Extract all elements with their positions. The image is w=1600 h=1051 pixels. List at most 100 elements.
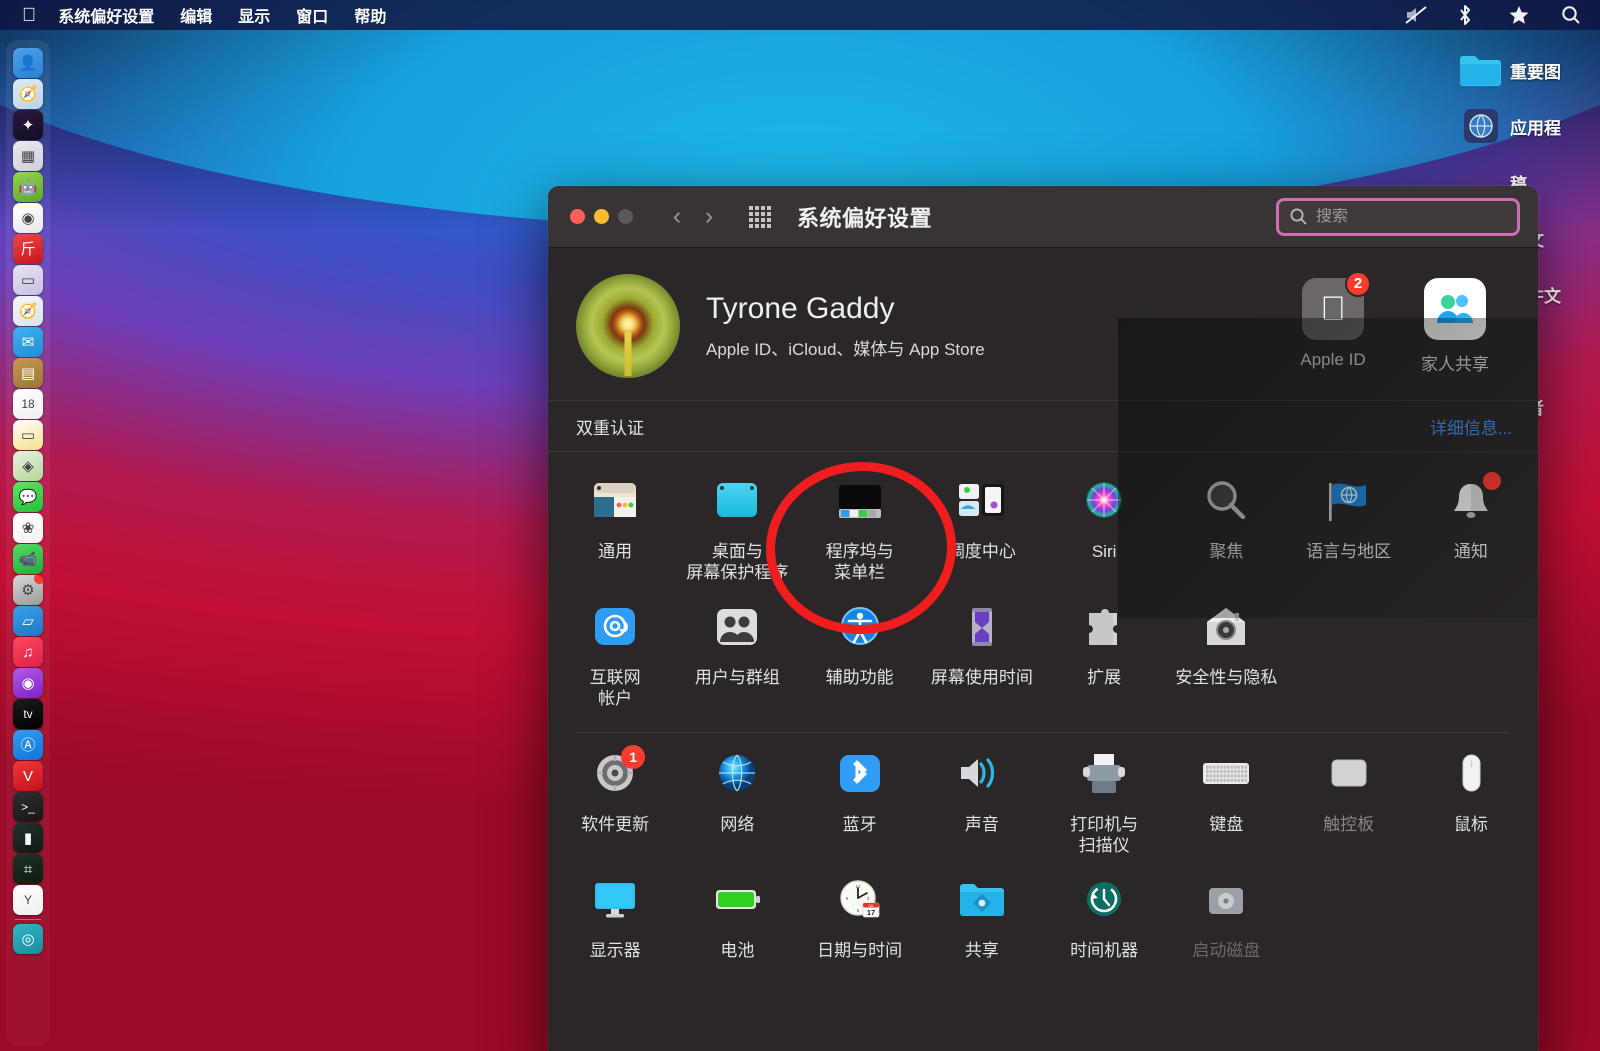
pane-siri[interactable]: Siri: [1043, 470, 1165, 596]
pane-label: 时间机器: [1070, 941, 1139, 960]
pane-sound[interactable]: 声音: [921, 743, 1043, 869]
pane-desktop-screensaver[interactable]: 桌面与 屏幕保护程序: [676, 470, 798, 596]
pane-bluetooth[interactable]: 蓝牙: [799, 743, 921, 869]
desktop-icon-1[interactable]: 应用程: [1450, 98, 1600, 154]
dock-item-music[interactable]: ♫: [13, 637, 43, 667]
zoom-button: [618, 209, 633, 224]
pane-battery[interactable]: 电池: [676, 869, 798, 995]
volume-muted-icon[interactable]: [1404, 4, 1430, 26]
dock-item-calendar[interactable]: 18: [13, 389, 43, 419]
menu-item-window[interactable]: 窗口: [296, 3, 328, 27]
dock-item-red-app[interactable]: 斤: [13, 234, 43, 264]
mission-control-icon: [954, 476, 1010, 532]
pane-keyboard[interactable]: 键盘: [1165, 743, 1287, 869]
pane-network[interactable]: 网络: [676, 743, 798, 869]
dock-item-vivaldi[interactable]: V: [13, 761, 43, 791]
menu-item-view[interactable]: 显示: [238, 3, 270, 27]
pane-software-update[interactable]: 1 软件更新: [554, 743, 676, 869]
pane-users-groups[interactable]: 用户与群组: [676, 596, 798, 722]
pane-label: 显示器: [589, 941, 641, 960]
pane-extensions[interactable]: 扩展: [1043, 596, 1165, 722]
pane-spotlight[interactable]: 聚焦: [1165, 470, 1287, 596]
pane-security-privacy[interactable]: 安全性与隐私: [1165, 596, 1287, 722]
dock-item-folder-brown[interactable]: ▤: [13, 358, 43, 388]
search-field[interactable]: [1276, 197, 1520, 236]
dock-item-notes-purple[interactable]: ▭: [13, 265, 43, 295]
pane-screen-time[interactable]: 屏幕使用时间: [921, 596, 1043, 722]
dock-item-code-editor[interactable]: ▮: [13, 823, 43, 853]
mouse-icon: [1443, 749, 1499, 805]
pane-mouse[interactable]: 鼠标: [1410, 743, 1532, 869]
pane-accessibility[interactable]: 辅助功能: [799, 596, 921, 722]
back-button[interactable]: ‹: [661, 201, 693, 233]
dock-item-facetime[interactable]: 📹: [13, 544, 43, 574]
family-sharing-button[interactable]: 家人共享: [1414, 277, 1496, 375]
pane-printers-scanners[interactable]: 打印机与 扫描仪: [1043, 743, 1165, 869]
finder-teal-icon: ◎: [21, 930, 35, 948]
pane-label: 共享: [964, 941, 999, 960]
dock-item-launchpad[interactable]: ▦: [13, 141, 43, 171]
dock[interactable]: 👤 🧭 ✦ ▦ 🤖 ◉ 斤 ▭ 🧭 ✉ ▤ 18 ▭ ◈ 💬 ❀ 📹 ⚙ ▱ ♫ ◉ tv Ⓐ V >_ ▮ ⌗ Y ◎: [6, 40, 50, 1045]
show-all-grid-icon[interactable]: [749, 205, 775, 229]
bluetooth-icon[interactable]: [1456, 4, 1482, 26]
search-input[interactable]: [1316, 207, 1507, 226]
dock-item-app-store[interactable]: Ⓐ: [13, 730, 43, 760]
dock-item-keynote[interactable]: ▱: [13, 606, 43, 636]
battery-icon: [709, 875, 765, 931]
general-icon: [587, 476, 643, 532]
dock-item-safari[interactable]: 🧭: [13, 296, 43, 326]
dock-item-maps[interactable]: ◈: [13, 451, 43, 481]
close-button[interactable]: [570, 209, 585, 224]
dock-item-system-preferences[interactable]: ⚙: [13, 575, 43, 605]
star-icon[interactable]: [1508, 4, 1534, 26]
notifications-icon: [1443, 472, 1501, 532]
dock-item-notes[interactable]: ▭: [13, 420, 43, 450]
desktop-icon-0[interactable]: 重要图: [1450, 42, 1600, 98]
menu-bar:  系统偏好设置 编辑 显示 窗口 帮助: [0, 0, 1600, 30]
dock-item-messages[interactable]: 💬: [13, 482, 43, 512]
pane-date-time[interactable]: 12 3 6 9 JUL 17 日期与时间: [799, 869, 921, 995]
dock-item-yandex[interactable]: Y: [13, 885, 43, 915]
apple-logo-icon[interactable]: : [22, 6, 36, 25]
pane-mission-control[interactable]: 调度中心: [921, 470, 1043, 596]
dock-item-contacts[interactable]: 👤: [13, 48, 43, 78]
pane-dock-menubar[interactable]: 程序坞与 菜单栏: [799, 470, 921, 596]
menu-item-help[interactable]: 帮助: [354, 3, 386, 27]
traffic-lights[interactable]: [570, 209, 633, 224]
dock-item-mail[interactable]: ✉: [13, 327, 43, 357]
pane-language-region[interactable]: 语言与地区: [1288, 470, 1410, 596]
apple-id-account-row[interactable]: Tyrone Gaddy Apple ID、iCloud、媒体与 App Sto…: [548, 248, 1538, 400]
search-icon[interactable]: [1560, 4, 1586, 26]
minimize-button[interactable]: [594, 209, 609, 224]
green-utility-icon: ⌗: [23, 860, 33, 878]
pane-notifications[interactable]: 通知: [1410, 470, 1532, 596]
pane-label: 触控板: [1323, 815, 1375, 834]
pane-time-machine[interactable]: 时间机器: [1043, 869, 1165, 995]
menu-item-edit[interactable]: 编辑: [180, 3, 212, 27]
pane-sharing[interactable]: 共享: [921, 869, 1043, 995]
dock-item-terminal[interactable]: >_: [13, 792, 43, 822]
pane-displays[interactable]: 显示器: [554, 869, 676, 995]
dock-item-finder-teal[interactable]: ◎: [13, 924, 43, 954]
dock-item-podcasts[interactable]: ◉: [13, 668, 43, 698]
two-factor-details-link[interactable]: 详细信息...: [1430, 414, 1512, 439]
bluetooth-icon: [832, 749, 888, 805]
dock-item-safari-alt[interactable]: 🧭: [13, 79, 43, 109]
pane-startup-disk[interactable]: 启动磁盘: [1165, 869, 1287, 995]
forward-button[interactable]: ›: [693, 201, 725, 233]
dock-item-siri[interactable]: ✦: [13, 110, 43, 140]
apple-id-button[interactable]:  2 Apple ID: [1292, 270, 1374, 375]
menu-item-system-preferences[interactable]: 系统偏好设置: [58, 3, 154, 27]
pane-internet-accounts[interactable]: 互联网 帐户: [554, 596, 676, 722]
avatar[interactable]: [576, 274, 680, 378]
dock-item-green-utility[interactable]: ⌗: [13, 854, 43, 884]
pane-label: 通用: [598, 542, 633, 561]
dock-item-apple-tv[interactable]: tv: [13, 699, 43, 729]
pane-general[interactable]: 通用: [554, 470, 676, 596]
dock-item-android-studio[interactable]: 🤖: [13, 172, 43, 202]
pane-trackpad[interactable]: 触控板: [1288, 743, 1410, 869]
podcasts-icon: ◉: [21, 674, 35, 692]
dock-item-photos[interactable]: ❀: [13, 513, 43, 543]
dock-item-chrome[interactable]: ◉: [13, 203, 43, 233]
dock-menubar-icon: [832, 476, 888, 532]
